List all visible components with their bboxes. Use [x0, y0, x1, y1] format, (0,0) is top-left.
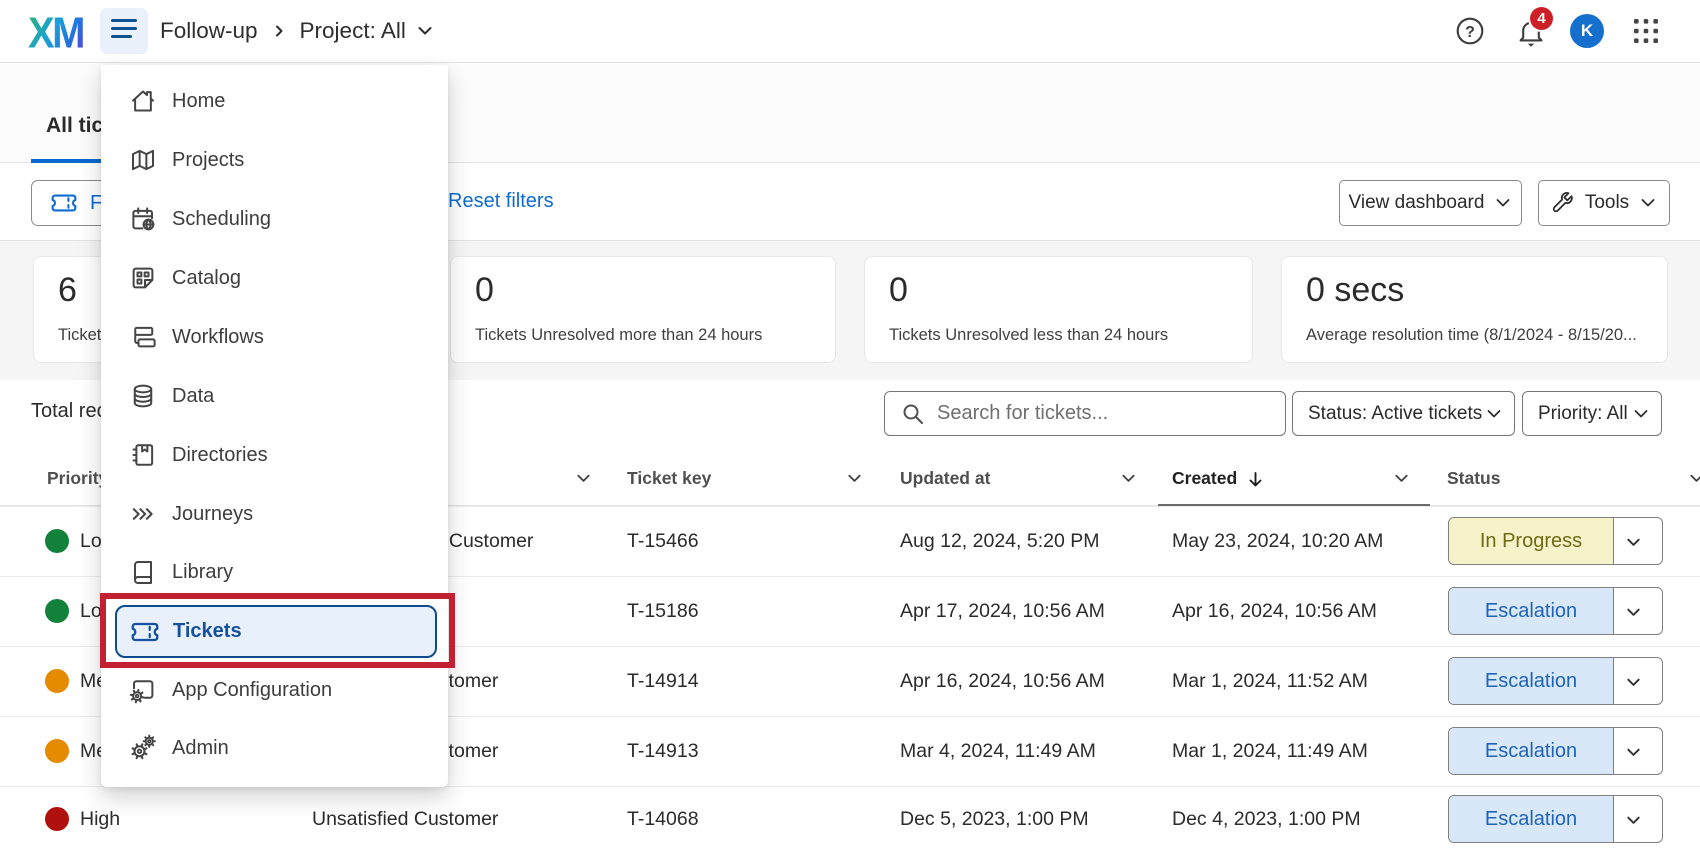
svg-text:?: ?	[1465, 24, 1475, 41]
